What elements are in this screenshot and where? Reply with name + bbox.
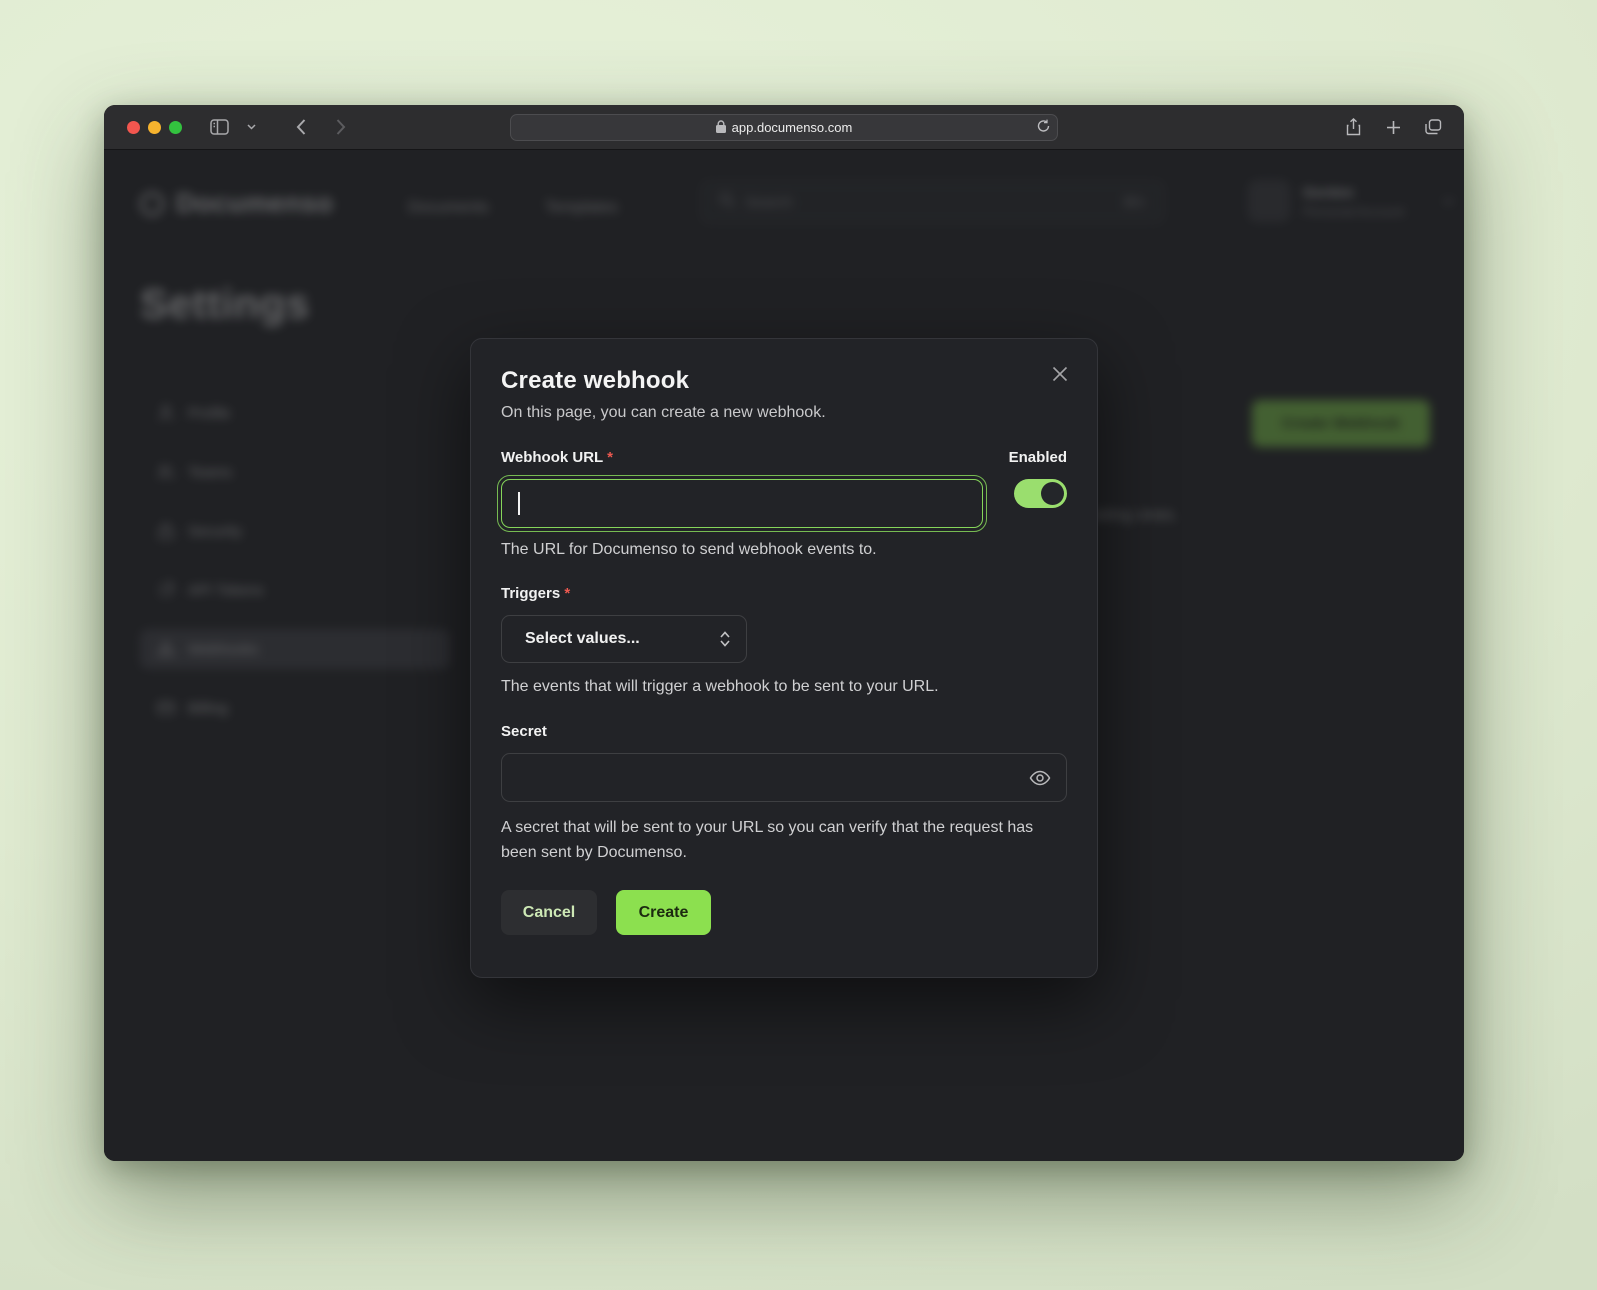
sidebar-item-api-tokens[interactable]: API Tokens (140, 570, 450, 610)
users-icon (157, 463, 175, 481)
triggers-select-value: Select values... (525, 630, 640, 648)
traffic-lights (127, 121, 182, 134)
lock-icon (716, 120, 726, 136)
enabled-label: Enabled (1009, 449, 1067, 466)
secret-helper: A secret that will be sent to your URL s… (501, 815, 1041, 865)
close-window-button[interactable] (127, 121, 140, 134)
text-cursor (518, 492, 520, 515)
search-input[interactable]: Search ⌘K (700, 180, 1165, 224)
webhook-url-helper: The URL for Documenso to send webhook ev… (501, 541, 1067, 559)
dialog-description: On this page, you can create a new webho… (501, 404, 1067, 422)
close-icon[interactable] (1047, 361, 1073, 387)
chevron-down-icon (1443, 192, 1454, 210)
brand-name: Documenso (176, 188, 333, 219)
url-text: app.documenso.com (732, 120, 853, 135)
zoom-window-button[interactable] (169, 121, 182, 134)
brand[interactable]: Documenso (140, 188, 333, 219)
sidebar-item-webhooks[interactable]: Webhooks (140, 629, 450, 669)
triggers-label: Triggers * (501, 585, 1067, 602)
eye-icon[interactable] (1027, 765, 1053, 791)
search-placeholder: Search (745, 194, 793, 211)
braces-icon (157, 581, 175, 599)
secret-input[interactable] (501, 753, 1067, 802)
address-bar[interactable]: app.documenso.com (510, 114, 1058, 141)
browser-window: app.documenso.com (104, 105, 1464, 1161)
tab-overview-icon[interactable] (1418, 113, 1448, 141)
webhook-url-label: Webhook URL * (501, 449, 613, 466)
toggle-knob (1041, 482, 1064, 505)
triggers-select[interactable]: Select values... (501, 615, 747, 663)
new-tab-icon[interactable] (1378, 113, 1408, 141)
create-button[interactable]: Create (616, 890, 711, 935)
secret-label: Secret (501, 723, 1067, 740)
reload-icon[interactable] (1037, 119, 1050, 136)
webhook-icon (157, 640, 175, 658)
create-webhook-dialog: Create webhook On this page, you can cre… (470, 338, 1098, 978)
sidebar-chevron-icon[interactable] (236, 113, 266, 141)
required-asterisk: * (607, 449, 613, 466)
sidebar-item-profile[interactable]: Profile (140, 393, 450, 433)
enabled-toggle[interactable] (1014, 479, 1067, 508)
sidebar-item-security[interactable]: Security (140, 511, 450, 551)
triggers-helper: The events that will trigger a webhook t… (501, 678, 1067, 696)
sidebar-item-teams[interactable]: Teams (140, 452, 450, 492)
back-button[interactable] (286, 113, 316, 141)
app-page: Documenso Documents Templates Search ⌘K … (104, 150, 1464, 1161)
settings-sidebar: Profile Teams Security API Tokens Webhoo… (140, 393, 450, 728)
nav-documents[interactable]: Documents (408, 199, 489, 217)
search-shortcut: ⌘K (1123, 194, 1146, 211)
user-name: Gordon (1303, 184, 1404, 200)
user-menu[interactable]: Gordon Personal Account (1248, 180, 1454, 222)
user-account-type: Personal Account (1303, 204, 1404, 219)
documenso-logo-icon (140, 192, 164, 216)
app-header: Documenso Documents Templates Search ⌘K … (104, 172, 1464, 234)
nav-templates[interactable]: Templates (545, 199, 618, 217)
user-icon (157, 404, 175, 422)
avatar (1248, 180, 1290, 222)
unfold-icon (719, 631, 731, 647)
sidebar-item-billing[interactable]: Billing (140, 688, 450, 728)
create-webhook-page-button[interactable]: Create Webhook (1252, 400, 1430, 447)
search-icon (719, 192, 735, 212)
page-title: Settings (140, 280, 310, 328)
share-icon[interactable] (1338, 113, 1368, 141)
required-asterisk: * (564, 585, 570, 602)
sidebar-toggle-icon[interactable] (204, 113, 234, 141)
credit-card-icon (157, 699, 175, 717)
webhook-url-input[interactable] (501, 479, 983, 528)
lock-icon (157, 522, 175, 540)
cancel-button[interactable]: Cancel (501, 890, 597, 935)
minimize-window-button[interactable] (148, 121, 161, 134)
forward-button[interactable] (326, 113, 356, 141)
dialog-title: Create webhook (501, 367, 1067, 395)
browser-chrome: app.documenso.com (104, 105, 1464, 150)
